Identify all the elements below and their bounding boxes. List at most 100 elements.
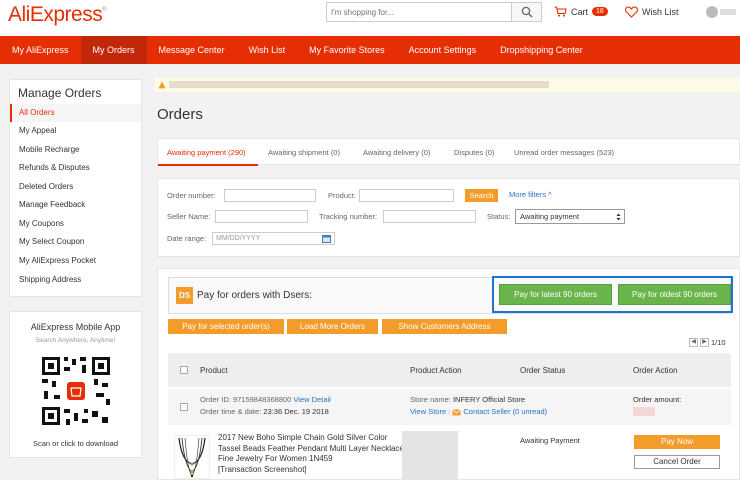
nav-wish-list[interactable]: Wish List — [237, 36, 298, 64]
mobile-app-panel: AliExpress Mobile App Search Anywhere, A… — [9, 311, 142, 458]
order-checkbox[interactable] — [180, 403, 188, 411]
order-status-value: Awaiting Payment — [520, 436, 580, 445]
cart-link[interactable]: Cart 18 — [554, 6, 608, 17]
order-id-label: Order ID: — [200, 395, 231, 404]
aliexpress-logo[interactable]: AliExpress® — [8, 3, 107, 27]
tab-awaiting-shipment[interactable]: Awaiting shipment (0) — [268, 148, 340, 157]
sidebar-item-aliexpress-pocket[interactable]: My AliExpress Pocket — [10, 252, 141, 270]
heart-icon — [625, 6, 638, 18]
wishlist-label: Wish List — [642, 7, 679, 17]
status-select-value: Awaiting payment — [520, 212, 580, 221]
sidebar-item-refunds-disputes[interactable]: Refunds & Disputes — [10, 159, 141, 177]
search-button[interactable] — [511, 3, 541, 21]
nav-account-settings[interactable]: Account Settings — [397, 36, 489, 64]
cart-icon — [554, 6, 567, 17]
avatar[interactable] — [706, 6, 718, 18]
dsers-buttons-highlight: Pay for latest 90 orders Pay for oldest … — [492, 276, 733, 313]
search-box — [326, 2, 542, 22]
contact-seller-link[interactable]: Contact Seller (0 unread) — [463, 407, 547, 416]
nav-my-orders[interactable]: My Orders — [80, 36, 147, 64]
order-number-label: Order number: — [167, 191, 216, 200]
dsers-pay-box: DS Pay for orders with Dsers: Pay for la… — [168, 276, 733, 314]
envelope-icon — [452, 408, 462, 416]
more-filters-link[interactable]: More filters ^ — [509, 190, 552, 199]
calendar-icon[interactable] — [322, 235, 331, 243]
column-product: Product — [200, 366, 228, 375]
product-title-text: 2017 New Boho Simple Chain Gold Silver C… — [218, 433, 404, 463]
order-amount-blurred — [633, 407, 655, 416]
date-placeholder: MM/DD/YYYY — [216, 235, 261, 242]
pay-oldest-90-button[interactable]: Pay for oldest 90 orders — [618, 284, 731, 305]
store-name-label: Store name: — [410, 395, 451, 404]
seller-name-label: Seller Name: — [167, 212, 211, 221]
tab-unread-messages[interactable]: Unread order messages (523) — [514, 148, 614, 157]
sidebar-item-mobile-recharge[interactable]: Mobile Recharge — [10, 141, 141, 159]
qr-code-icon[interactable] — [40, 355, 112, 427]
search-input[interactable] — [327, 3, 511, 21]
sidebar-item-select-coupon[interactable]: My Select Coupon — [10, 233, 141, 251]
select-arrows-icon — [616, 213, 621, 221]
sidebar-item-deleted-orders[interactable]: Deleted Orders — [10, 178, 141, 196]
nav-my-aliexpress[interactable]: My AliExpress — [0, 36, 81, 64]
product-image[interactable] — [174, 435, 210, 479]
tab-disputes[interactable]: Disputes (0) — [454, 148, 494, 157]
sidebar-item-my-appeal[interactable]: My Appeal — [10, 122, 141, 140]
tab-awaiting-delivery[interactable]: Awaiting delivery (0) — [363, 148, 430, 157]
order-time-value: 23:36 Dec. 19 2018 — [263, 407, 329, 416]
tab-awaiting-payment[interactable]: Awaiting payment (290) — [167, 148, 246, 157]
next-page-icon[interactable]: ▶ — [700, 338, 709, 347]
pay-selected-orders-button[interactable]: Pay for selected order(s) — [168, 319, 284, 334]
prev-page-icon[interactable]: ◀ — [689, 338, 698, 347]
order-id: Order ID: 97159848368800 View Detail — [200, 395, 331, 404]
store-name: Store name: INFERY Official Store — [410, 395, 525, 404]
status-label: Status: — [487, 212, 511, 221]
notice-bar — [155, 78, 740, 92]
transaction-screenshot-link[interactable]: [Transaction Screenshot] — [218, 465, 307, 474]
sidebar-title: Manage Orders — [18, 86, 102, 100]
pay-now-button[interactable]: Pay Now — [634, 435, 720, 449]
view-store-link[interactable]: View Store — [410, 407, 446, 416]
page-indicator: 1/10 — [711, 338, 726, 347]
product-title[interactable]: 2017 New Boho Simple Chain Gold Silver C… — [218, 433, 406, 475]
seller-name-input[interactable] — [215, 210, 308, 223]
nav-favorite-stores[interactable]: My Favorite Stores — [297, 36, 397, 64]
status-select[interactable]: Awaiting payment — [515, 209, 625, 224]
product-input[interactable] — [359, 189, 454, 202]
show-customers-address-button[interactable]: Show Customers Address — [382, 319, 507, 334]
load-more-orders-button[interactable]: Load More Orders — [287, 319, 378, 334]
nav-message-center[interactable]: Message Center — [147, 36, 237, 64]
order-number-input[interactable] — [224, 189, 316, 202]
sidebar-item-shipping-address[interactable]: Shipping Address — [10, 271, 141, 289]
sidebar-item-manage-feedback[interactable]: Manage Feedback — [10, 196, 141, 214]
main-nav: My AliExpress My Orders Message Center W… — [0, 36, 740, 64]
order-time: Order time & date: 23:36 Dec. 19 2018 — [200, 407, 329, 416]
order-info-row: Order ID: 97159848368800 View Detail Ord… — [168, 389, 731, 425]
necklace-image — [178, 437, 206, 478]
filter-panel: Order number: Product: Search More filte… — [157, 178, 740, 257]
view-detail-link[interactable]: View Detail — [293, 395, 330, 404]
warning-icon — [158, 81, 166, 89]
select-all-checkbox[interactable] — [180, 366, 188, 374]
column-order-action: Order Action — [633, 366, 678, 375]
search-icon — [521, 6, 532, 18]
page-title: Orders — [157, 106, 203, 123]
cancel-order-button[interactable]: Cancel Order — [634, 455, 720, 469]
column-order-status: Order Status — [520, 366, 566, 375]
pay-latest-90-button[interactable]: Pay for latest 90 orders — [499, 284, 612, 305]
search-orders-button[interactable]: Search — [465, 189, 498, 202]
table-header: Product Product Action Order Status Orde… — [168, 353, 731, 387]
order-time-label: Order time & date: — [200, 407, 262, 416]
logo-registered-mark: ® — [102, 7, 107, 13]
tracking-number-input[interactable] — [383, 210, 476, 223]
sidebar-item-my-coupons[interactable]: My Coupons — [10, 215, 141, 233]
date-range-input[interactable]: MM/DD/YYYY — [212, 232, 335, 245]
account-name-blurred[interactable] — [720, 9, 736, 15]
notice-text-blurred — [169, 81, 549, 88]
dsers-text: Pay for orders with Dsers: — [197, 290, 313, 301]
wishlist-link[interactable]: Wish List — [625, 6, 679, 18]
cart-count-badge: 18 — [592, 7, 608, 16]
sidebar-item-all-orders[interactable]: All Orders — [10, 104, 141, 122]
order-tabs: Awaiting payment (290) Awaiting shipment… — [157, 138, 740, 166]
order-id-value: 97159848368800 — [232, 395, 292, 404]
nav-dropshipping-center[interactable]: Dropshipping Center — [488, 36, 595, 64]
